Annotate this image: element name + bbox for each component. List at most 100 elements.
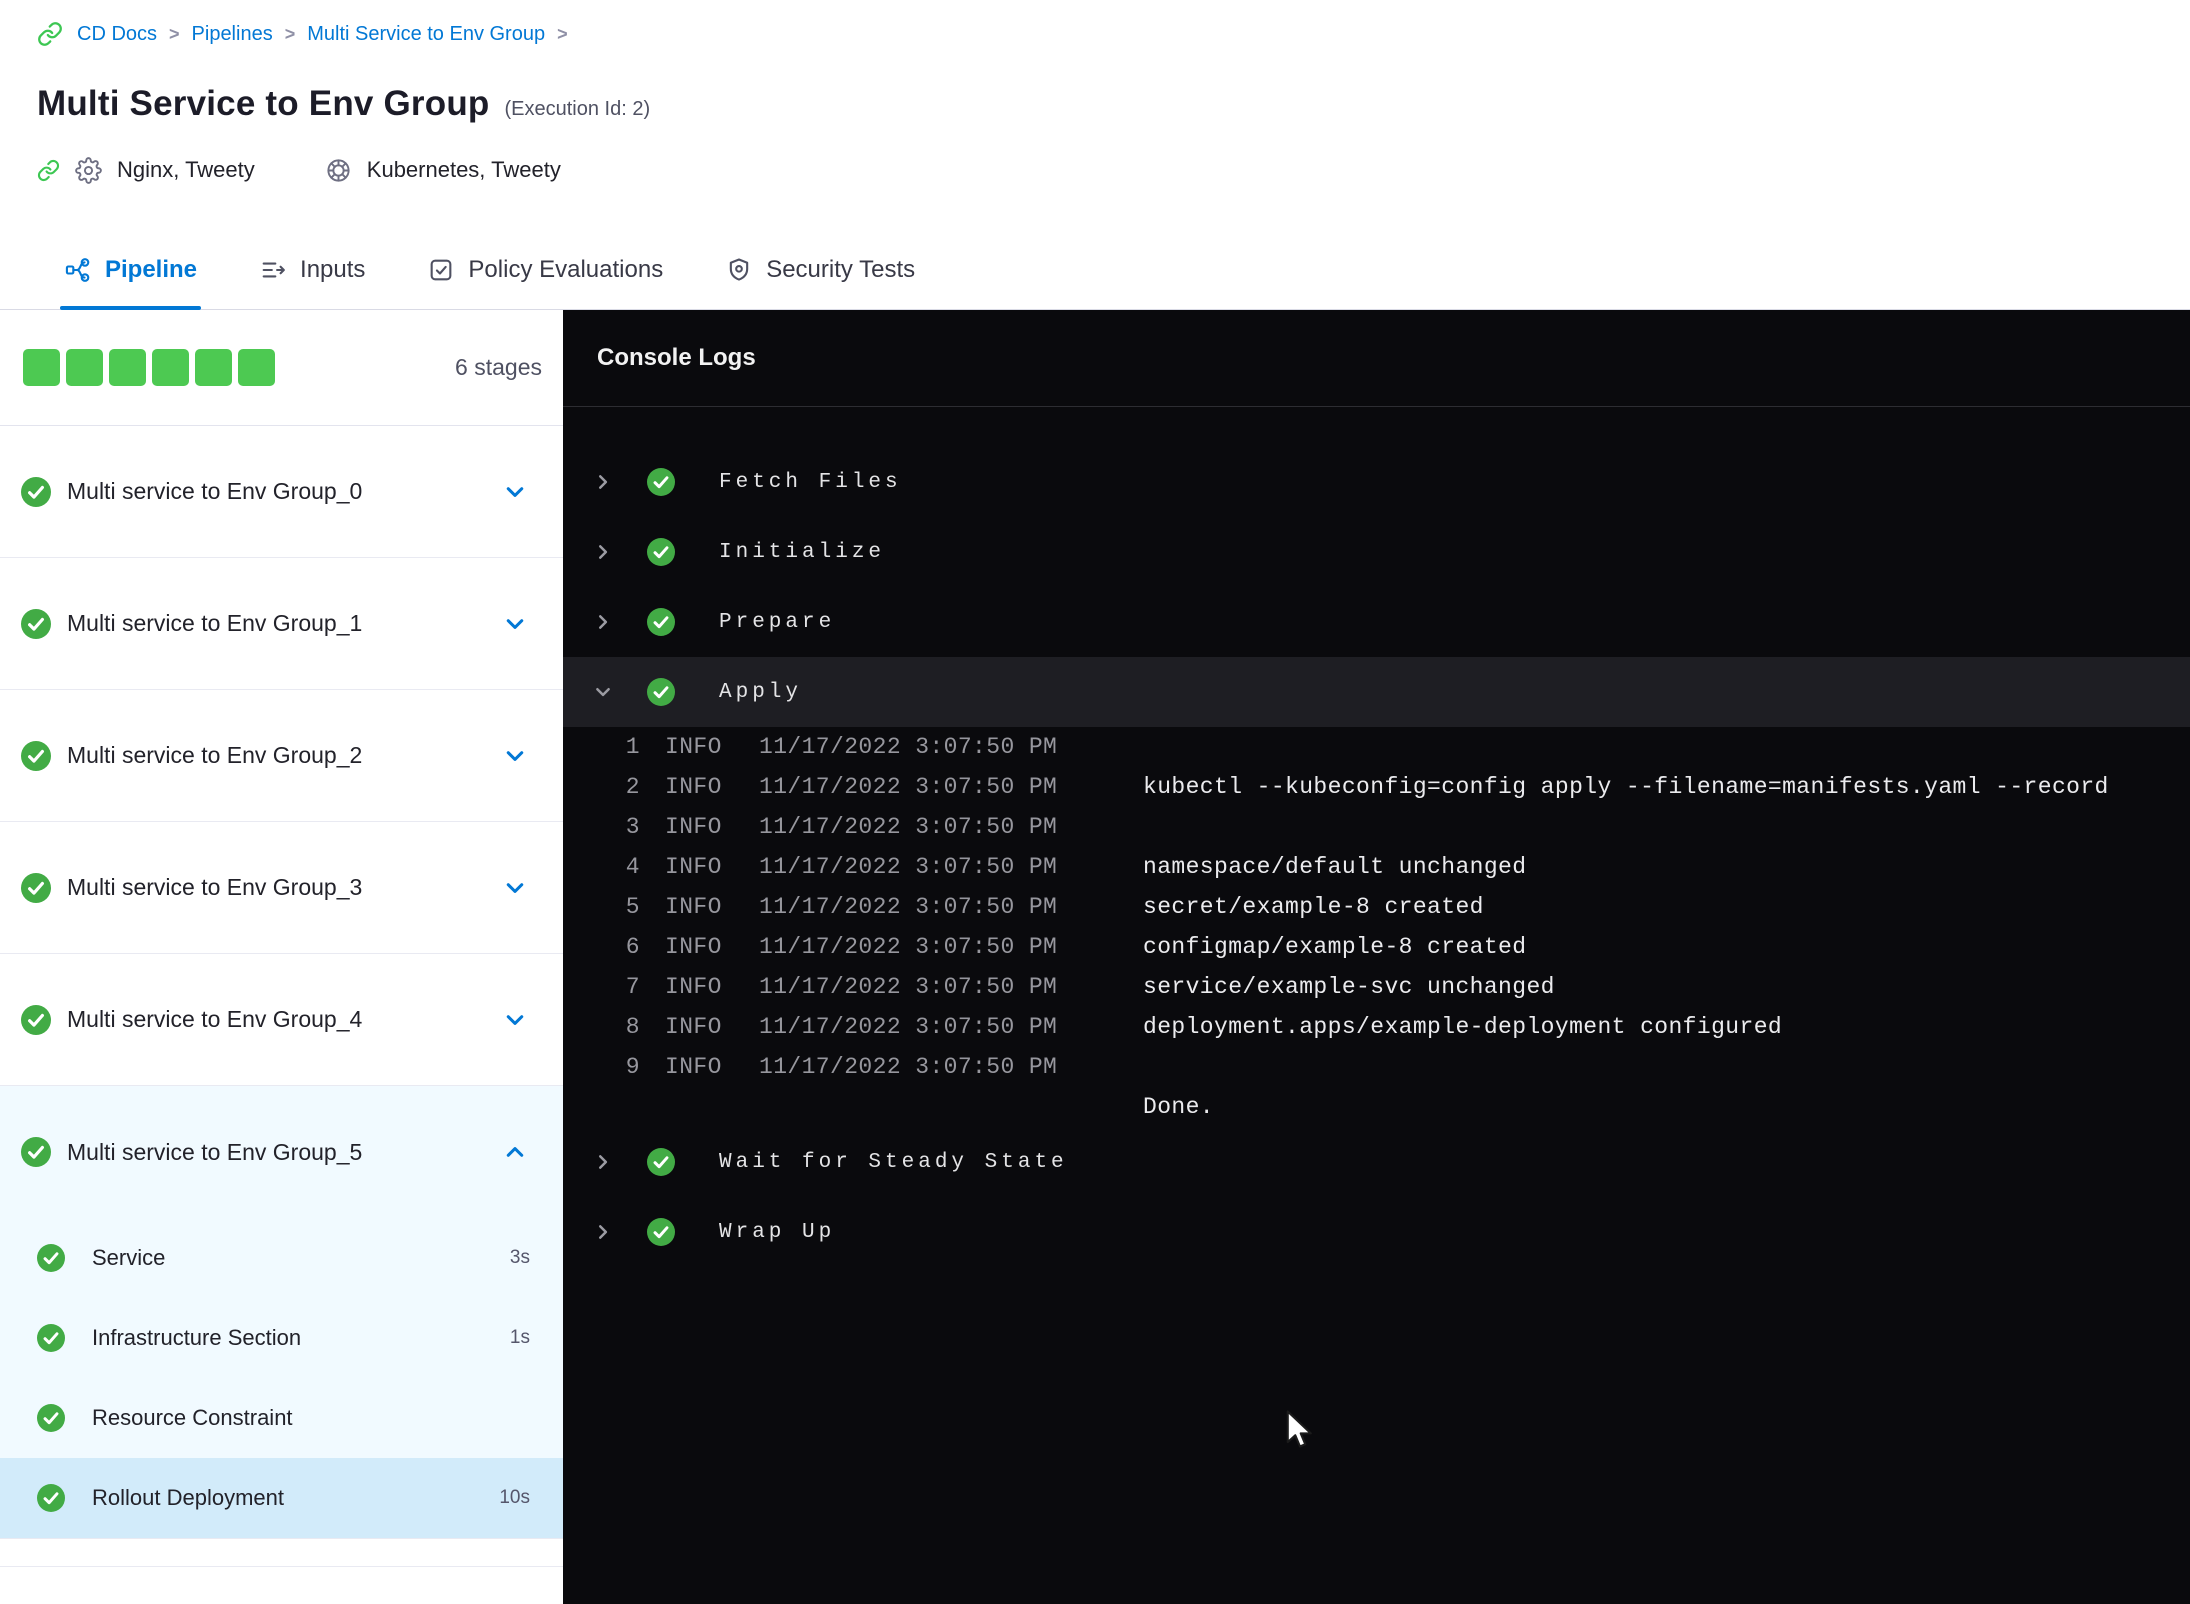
step-row-service[interactable]: Service 3s: [0, 1218, 563, 1298]
log-line-number: 2: [625, 774, 640, 800]
breadcrumb-link-multi-service-to-env-group[interactable]: Multi Service to Env Group: [307, 23, 545, 46]
console-step-wait-for-steady-state[interactable]: Wait for Steady State: [563, 1127, 2190, 1197]
chevron-down-icon[interactable]: [503, 744, 527, 768]
chevron-down-icon[interactable]: [503, 1008, 527, 1032]
pipeline-execution-page: CD Docs > Pipelines > Multi Service to Env G…: [0, 0, 2190, 1604]
chevron-down-icon[interactable]: [503, 480, 527, 504]
log-line: 8 INFO 11/17/2022 3:07:50 PM deployment.…: [563, 1007, 2190, 1047]
log-message: namespace/default unchanged: [1143, 854, 1527, 880]
log-line: 4 INFO 11/17/2022 3:07:50 PM namespace/d…: [563, 847, 2190, 887]
chevron-down-icon[interactable]: [503, 876, 527, 900]
link-icon: [37, 159, 60, 182]
log-line-number: 8: [625, 1014, 640, 1040]
breadcrumb-link-pipelines[interactable]: Pipelines: [192, 23, 273, 46]
tab-label: Security Tests: [766, 255, 916, 283]
tab-inputs[interactable]: Inputs: [255, 230, 369, 309]
stage-success-check-icon: [21, 1137, 51, 1167]
stage-row-multi-service-to-env-group-5[interactable]: Multi service to Env Group_5: [0, 1086, 563, 1218]
log-level: INFO: [665, 974, 722, 1000]
console-step-label: Wait for Steady State: [719, 1150, 1068, 1174]
chevron-up-icon[interactable]: [503, 1140, 527, 1164]
environments-label: Kubernetes, Tweety: [366, 157, 561, 182]
console-step-label: Initialize: [719, 540, 886, 564]
tab-pipeline[interactable]: Pipeline: [60, 230, 202, 310]
log-line: 2 INFO 11/17/2022 3:07:50 PM kubectl --k…: [563, 767, 2190, 807]
log-line-number: 5: [625, 894, 640, 920]
step-row-resource-constraint[interactable]: Resource Constraint: [0, 1378, 563, 1458]
log-line-number: 3: [625, 814, 640, 840]
tab-bar: Pipeline Inputs Policy Evaluations Security…: [0, 230, 2190, 310]
chevron-right-icon[interactable]: [583, 542, 623, 562]
execution-meta-row: Nginx, Tweety Kubernetes, Tweety: [37, 154, 2190, 186]
stage-success-square: [152, 349, 189, 386]
inputs-icon: [259, 256, 287, 284]
tab-label: Inputs: [300, 255, 366, 283]
stage-row-multi-service-to-env-group-3[interactable]: Multi service to Env Group_3: [0, 822, 563, 954]
gear-icon: [75, 156, 102, 184]
step-duration: 3s: [509, 1247, 530, 1268]
step-row-infrastructure-section[interactable]: Infrastructure Section 1s: [0, 1298, 563, 1378]
step-success-check-icon: [37, 1324, 65, 1352]
log-timestamp: 11/17/2022 3:07:50 PM: [759, 854, 1058, 880]
log-line-number: 7: [625, 974, 640, 1000]
log-timestamp: 11/17/2022 3:07:50 PM: [759, 734, 1058, 760]
breadcrumb-separator: >: [169, 23, 180, 44]
console-log-block: 1 INFO 11/17/2022 3:07:50 PM 2 INFO 11/1…: [563, 727, 2190, 1127]
chevron-right-icon[interactable]: [583, 612, 623, 632]
stages-sidebar: 6 stages Multi service to Env Group_0 Mu…: [0, 310, 563, 1604]
step-duration: 10s: [499, 1487, 530, 1508]
stage-progress-squares: [23, 349, 275, 386]
environment-icon: [325, 157, 352, 184]
log-message: service/example-svc unchanged: [1143, 974, 1555, 1000]
console-step-fetch-files[interactable]: Fetch Files: [563, 447, 2190, 517]
console-step-apply[interactable]: Apply: [563, 657, 2190, 727]
stage-row-multi-service-to-env-group-0[interactable]: Multi service to Env Group_0: [0, 426, 563, 558]
log-message: deployment.apps/example-deployment confi…: [1143, 1014, 1783, 1040]
log-line: 1 INFO 11/17/2022 3:07:50 PM: [563, 727, 2190, 767]
tab-label: Pipeline: [105, 255, 198, 283]
step-success-check-icon: [647, 1148, 675, 1176]
chevron-right-icon[interactable]: [583, 1222, 623, 1242]
title-row: Multi Service to Env Group (Execution Id…: [37, 84, 2190, 128]
chevron-right-icon[interactable]: [583, 472, 623, 492]
policy-checkbox-icon: [427, 256, 455, 284]
step-row-rollout-deployment[interactable]: Rollout Deployment 10s: [0, 1458, 563, 1538]
chevron-down-icon[interactable]: [583, 682, 623, 702]
console-header: Console Logs: [563, 310, 2190, 407]
stage-list: Multi service to Env Group_0 Multi servi…: [0, 426, 563, 1539]
stage-success-square: [66, 349, 103, 386]
step-success-check-icon: [647, 608, 675, 636]
stage-label: Multi service to Env Group_5: [67, 1138, 363, 1165]
log-message: configmap/example-8 created: [1143, 934, 1527, 960]
stage-row-multi-service-to-env-group-4[interactable]: Multi service to Env Group_4: [0, 954, 563, 1086]
main-split: 6 stages Multi service to Env Group_0 Mu…: [0, 310, 2190, 1604]
stage-label: Multi service to Env Group_0: [67, 478, 363, 504]
breadcrumb-link-cd-docs[interactable]: CD Docs: [77, 23, 157, 46]
console-step-prepare[interactable]: Prepare: [563, 587, 2190, 657]
chevron-down-icon[interactable]: [503, 612, 527, 636]
log-timestamp: 11/17/2022 3:07:50 PM: [759, 934, 1058, 960]
stage-success-check-icon: [21, 740, 51, 771]
breadcrumb-separator: >: [557, 23, 568, 44]
stage-label: Multi service to Env Group_2: [67, 742, 363, 768]
console-step-label: Prepare: [719, 610, 836, 634]
console-step-wrap-up[interactable]: Wrap Up: [563, 1197, 2190, 1267]
log-line: 5 INFO 11/17/2022 3:07:50 PM secret/exam…: [563, 887, 2190, 927]
log-level: INFO: [665, 734, 722, 760]
stage-success-square: [23, 349, 60, 386]
log-level: INFO: [665, 934, 722, 960]
stage-success-square: [109, 349, 146, 386]
log-message: secret/example-8 created: [1143, 894, 1484, 920]
tab-label: Policy Evaluations: [468, 255, 664, 283]
tab-security-tests[interactable]: Security Tests: [721, 230, 919, 309]
pipeline-icon: [64, 256, 92, 284]
stage-row-multi-service-to-env-group-1[interactable]: Multi service to Env Group_1: [0, 558, 563, 690]
log-timestamp: 11/17/2022 3:07:50 PM: [759, 814, 1058, 840]
chevron-right-icon[interactable]: [583, 1152, 623, 1172]
stage-row-multi-service-to-env-group-2[interactable]: Multi service to Env Group_2: [0, 690, 563, 822]
step-success-check-icon: [647, 538, 675, 566]
tab-policy-evaluations[interactable]: Policy Evaluations: [423, 230, 667, 309]
console-step-initialize[interactable]: Initialize: [563, 517, 2190, 587]
log-timestamp: 11/17/2022 3:07:50 PM: [759, 894, 1058, 920]
stage-success-square: [195, 349, 232, 386]
